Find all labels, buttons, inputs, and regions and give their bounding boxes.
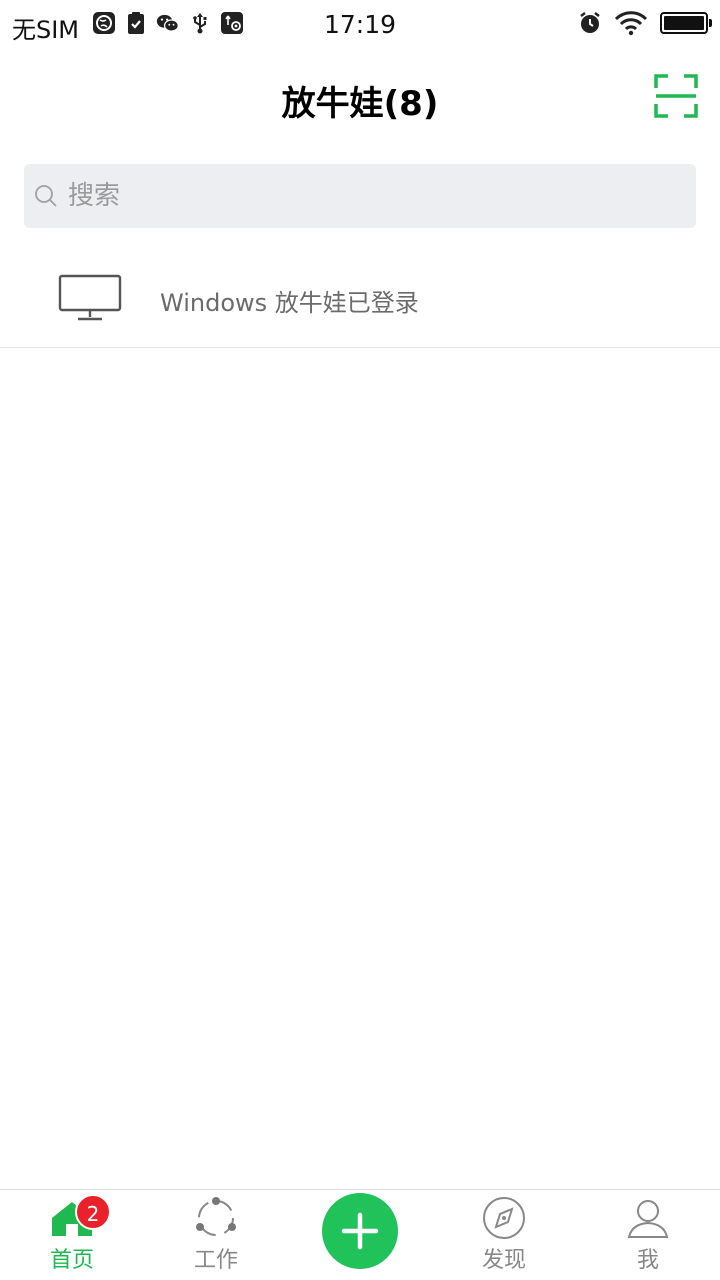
tab-label-discover: 发现	[481, 1248, 526, 1273]
monitor-icon	[58, 274, 122, 321]
status-icons-right	[578, 10, 712, 36]
notification-badge: 2	[75, 1194, 111, 1230]
status-bar: 无SIM 17:19	[0, 0, 720, 50]
nav-header: 放牛娃(8)	[0, 50, 720, 146]
search-input[interactable]	[68, 164, 668, 228]
tab-add[interactable]	[288, 1190, 432, 1280]
tab-home[interactable]: 2 首页	[0, 1190, 144, 1280]
battery-icon	[660, 12, 712, 34]
battery-fill	[664, 16, 704, 30]
alarm-icon	[580, 12, 600, 33]
tab-bar: 2 首页 工作 发现 我	[0, 1189, 720, 1280]
add-button[interactable]	[322, 1193, 398, 1269]
tab-discover[interactable]: 发现	[432, 1190, 576, 1280]
scan-icon[interactable]	[654, 74, 698, 118]
wifi-icon	[614, 11, 648, 36]
plus-icon	[341, 1212, 379, 1250]
tab-label-me: 我	[636, 1248, 659, 1273]
tab-label-home: 首页	[49, 1248, 94, 1273]
search-bar[interactable]	[24, 164, 696, 228]
tab-work[interactable]: 工作	[144, 1190, 288, 1280]
page-title: 放牛娃(8)	[281, 84, 439, 124]
tab-me[interactable]: 我	[576, 1190, 720, 1280]
compass-icon	[483, 1197, 525, 1239]
tab-label-work: 工作	[193, 1248, 238, 1273]
device-login-row[interactable]: Windows 放牛娃已登录	[0, 250, 720, 348]
device-login-label: Windows 放牛娃已登录	[160, 289, 419, 317]
person-icon	[627, 1200, 669, 1238]
search-icon	[35, 185, 57, 207]
work-icon	[196, 1197, 236, 1236]
